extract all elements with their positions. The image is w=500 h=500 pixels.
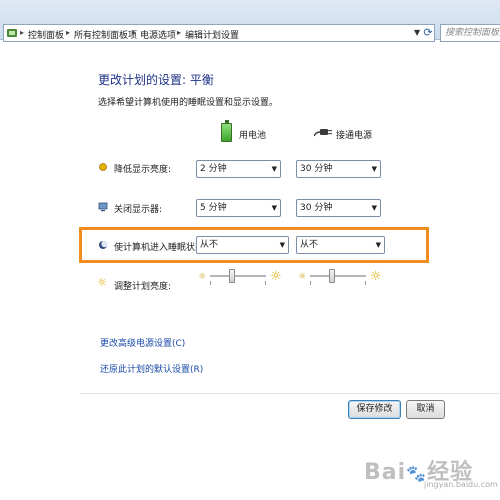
refresh-icon: ⟳ xyxy=(423,26,433,39)
slider-thumb[interactable] xyxy=(329,269,336,283)
watermark-url: jingyan.baidu.com xyxy=(424,480,498,489)
chevron-down-icon: ▼ xyxy=(371,165,377,173)
dim-display-plugged-select[interactable]: 30 分钟 ▼ xyxy=(296,160,381,178)
save-button[interactable]: 保存修改 xyxy=(348,400,401,419)
sun-large-icon: ☼ xyxy=(270,269,282,284)
chevron-down-icon: ▼ xyxy=(371,204,377,212)
dim-display-battery-select[interactable]: 2 分钟 ▼ xyxy=(196,160,281,178)
turn-off-display-battery-select[interactable]: 5 分钟 ▼ xyxy=(196,199,281,217)
search-input[interactable]: 搜索控制面板 xyxy=(440,24,500,42)
address-bar: ▸ 控制面板 ▸ 所有控制面板项 ▸ 电源选项 ▸ 编辑计划设置 ▼ ⟳ 搜索控… xyxy=(0,0,500,42)
plug-icon xyxy=(314,129,332,137)
page-title: 更改计划的设置: 平衡 xyxy=(98,73,214,87)
column-label: 接通电源 xyxy=(336,131,373,141)
address-field[interactable]: ▸ 控制面板 ▸ 所有控制面板项 ▸ 电源选项 ▸ 编辑计划设置 ▼ xyxy=(3,24,435,42)
sun-small-icon: ☼ xyxy=(198,272,207,282)
breadcrumb-power-options[interactable]: 电源选项 xyxy=(140,28,176,41)
sleep-battery-select[interactable]: 从不 ▼ xyxy=(196,236,289,254)
breadcrumb-control-panel[interactable]: 控制面板 xyxy=(28,28,64,41)
brightness-label: 调整计划亮度: xyxy=(114,282,172,292)
chevron-down-icon: ▼ xyxy=(375,241,381,249)
chevron-down-icon: ▼ xyxy=(279,241,285,249)
slider-thumb[interactable] xyxy=(229,269,236,283)
refresh-button[interactable]: ⟳ xyxy=(420,24,436,42)
control-panel-icon xyxy=(7,29,17,37)
brightness-plugged-slider[interactable]: ☼ ☼ xyxy=(298,267,383,287)
chevron-down-icon: ▼ xyxy=(271,204,277,212)
advanced-settings-link[interactable]: 更改高级电源设置(C) xyxy=(100,336,185,349)
breadcrumb-edit-plan[interactable]: 编辑计划设置 xyxy=(185,28,239,41)
chevron-down-icon: ▼ xyxy=(271,165,277,173)
dim-display-label: 降低显示亮度: xyxy=(114,165,172,175)
page-subtitle: 选择希望计算机使用的睡眠设置和显示设置。 xyxy=(98,98,279,108)
turn-off-display-plugged-select[interactable]: 30 分钟 ▼ xyxy=(296,199,381,217)
battery-icon xyxy=(221,120,232,142)
sleep-label: 使计算机进入睡眠状态: xyxy=(114,243,208,253)
chevron-right-icon[interactable]: ▸ xyxy=(177,28,181,37)
chevron-right-icon[interactable]: ▸ xyxy=(66,28,70,37)
divider xyxy=(80,393,500,394)
sun-small-icon: ☼ xyxy=(298,272,307,282)
baidu-watermark: Bai🐾经验 jingyan.baidu.com xyxy=(360,452,500,492)
restore-defaults-link[interactable]: 还原此计划的默认设置(R) xyxy=(100,362,203,375)
brightness-battery-slider[interactable]: ☼ ☼ xyxy=(198,267,283,287)
breadcrumb-all-items[interactable]: 所有控制面板项 xyxy=(74,28,137,41)
sun-large-icon: ☼ xyxy=(370,269,382,284)
chevron-right-icon[interactable]: ▸ xyxy=(132,28,136,37)
turn-off-display-label: 关闭显示器: xyxy=(114,205,163,215)
cancel-button[interactable]: 取消 xyxy=(406,400,445,419)
chevron-right-icon: ▸ xyxy=(20,28,25,37)
sleep-plugged-select[interactable]: 从不 ▼ xyxy=(296,236,385,254)
column-label: 用电池 xyxy=(239,131,267,141)
